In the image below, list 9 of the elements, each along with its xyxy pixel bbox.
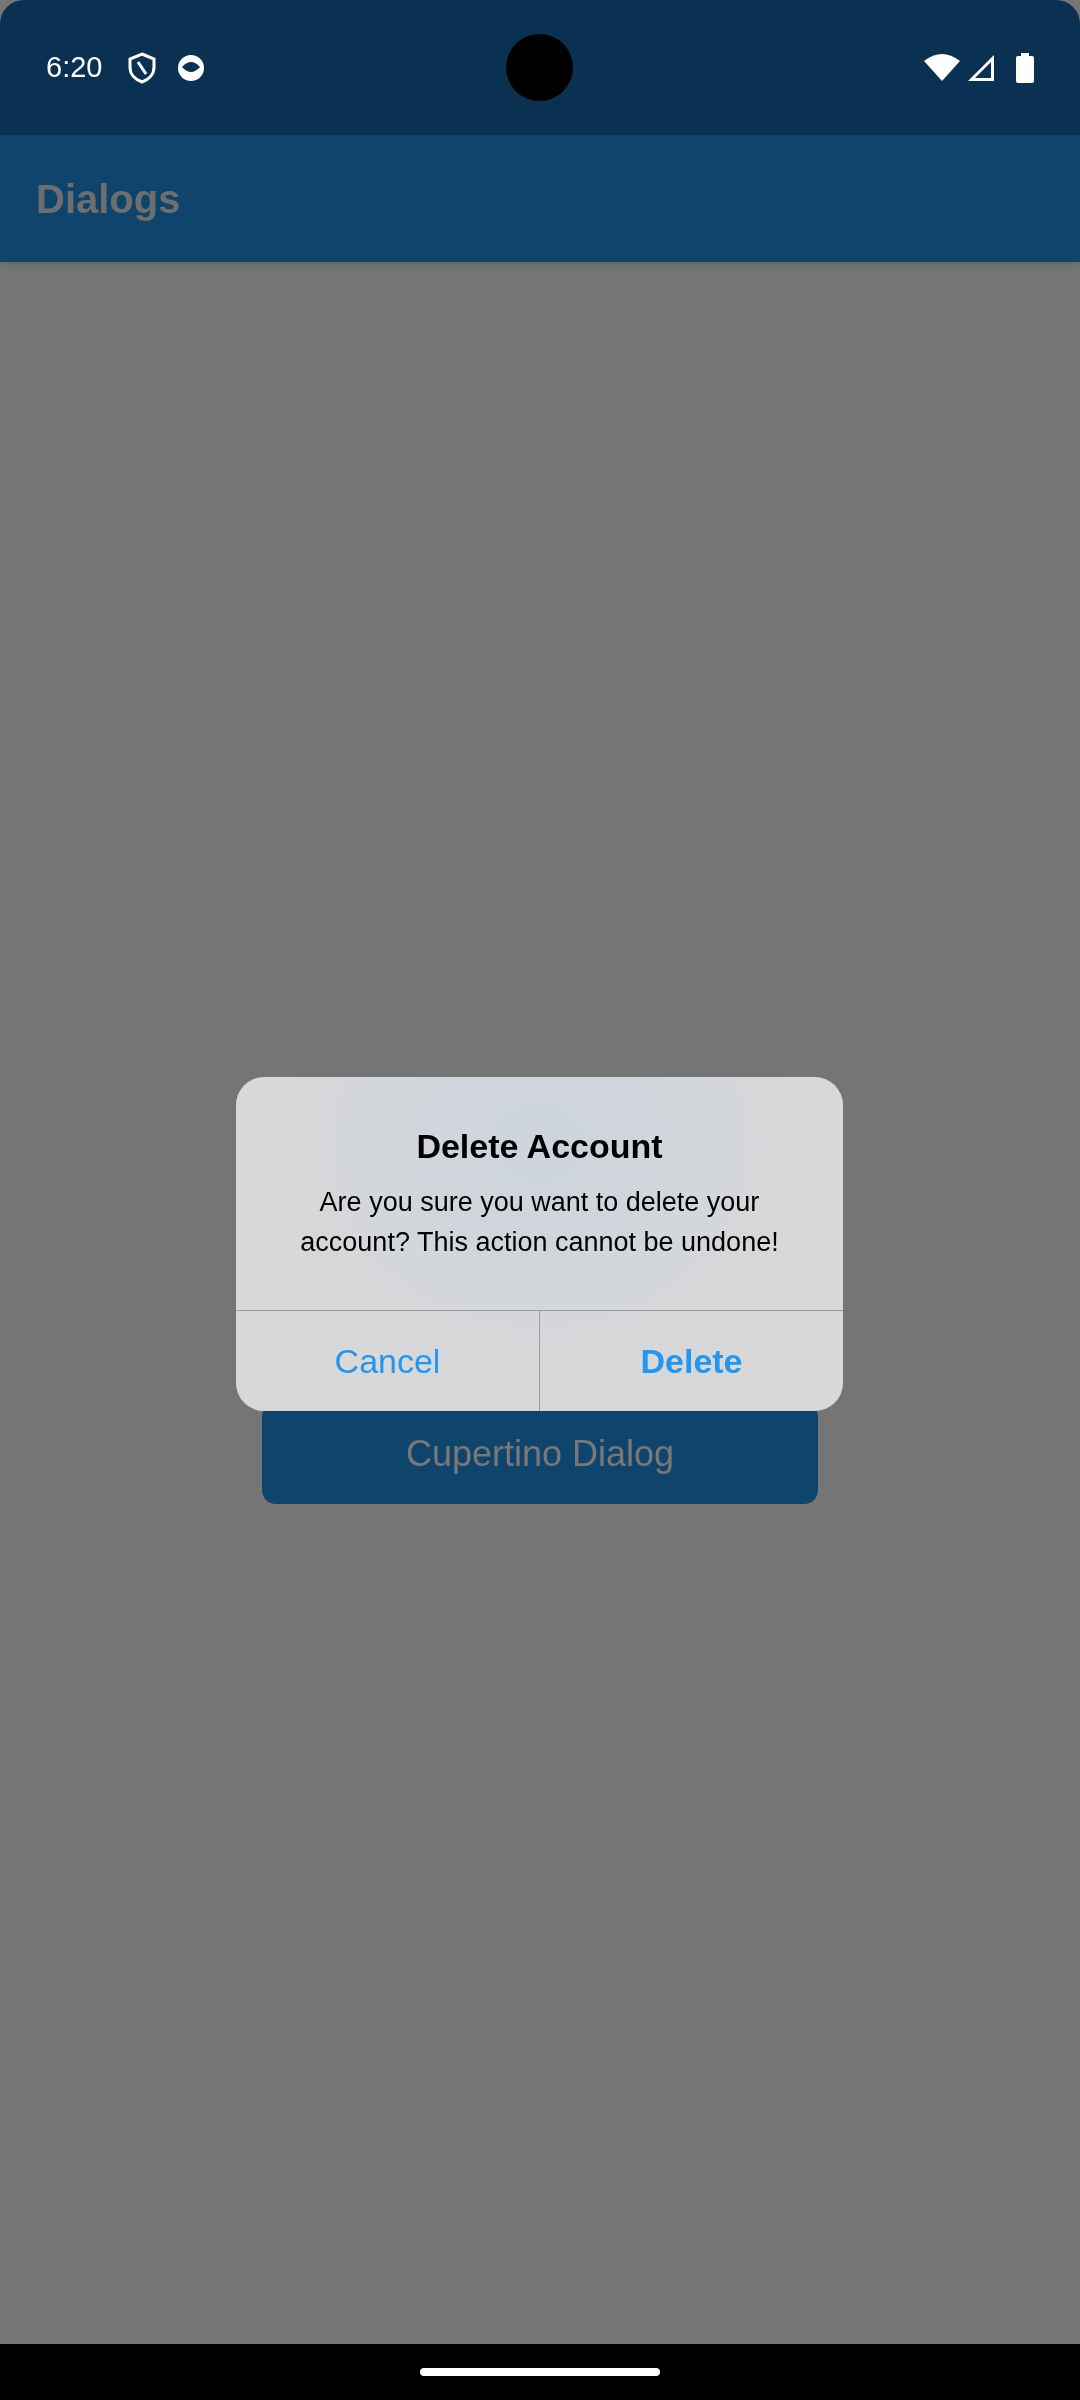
battery-icon [1016, 52, 1034, 83]
shield-icon [128, 51, 157, 84]
status-time: 6:20 [46, 49, 103, 85]
dialog-title: Delete Account [416, 1126, 663, 1167]
gesture-handle[interactable] [420, 2368, 660, 2376]
dialog-message: Are you sure you want to delete your account? This action cannot be undone! [299, 1186, 780, 1259]
app-bar-title: Dialogs [36, 175, 181, 223]
dialog-action[interactable]: Delete [539, 1311, 843, 1411]
wifi-icon [924, 52, 960, 83]
